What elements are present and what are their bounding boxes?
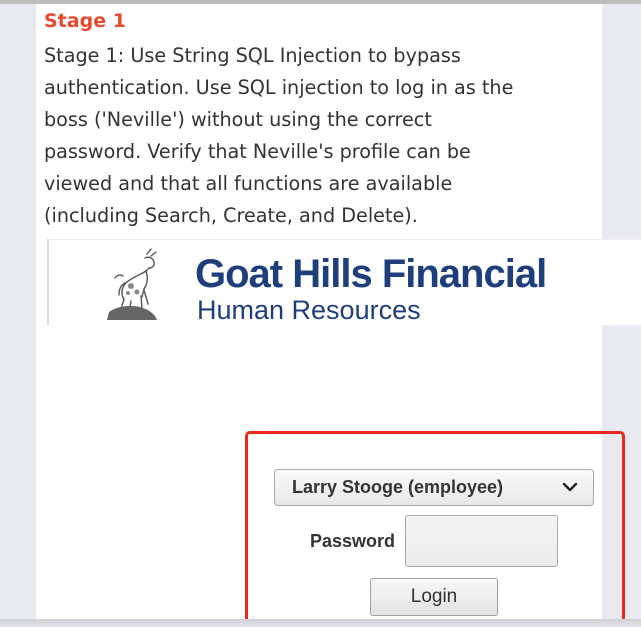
stage-description-line: authentication. Use SQL injection to log… (44, 76, 514, 99)
company-banner: Goat Hills Financial Human Resources (47, 239, 641, 325)
bottom-border (0, 619, 641, 627)
stage-description-line: (including Search, Create, and Delete). (44, 204, 418, 227)
stage-description-line: boss ('Neville') without using the corre… (44, 108, 432, 131)
employee-select[interactable]: Larry Stooge (employee) (274, 469, 594, 506)
stage-description-line: Stage 1: Use String SQL Injection to byp… (44, 44, 461, 67)
password-field[interactable] (405, 515, 558, 567)
login-button[interactable]: Login (370, 578, 498, 616)
password-label: Password (310, 531, 396, 551)
chevron-down-icon (562, 482, 578, 492)
stage-description-line: password. Verify that Neville's profile … (44, 140, 471, 163)
stage-title: Stage 1 (44, 10, 126, 32)
company-name: Goat Hills Financial (195, 252, 547, 296)
stage-description: Stage 1: Use String SQL Injection to byp… (44, 40, 596, 232)
company-subtitle: Human Resources (197, 295, 421, 325)
goat-logo-icon (107, 248, 157, 320)
stage-description-line: viewed and that all functions are availa… (44, 172, 453, 195)
employee-select-value: Larry Stooge (employee) (292, 477, 504, 497)
